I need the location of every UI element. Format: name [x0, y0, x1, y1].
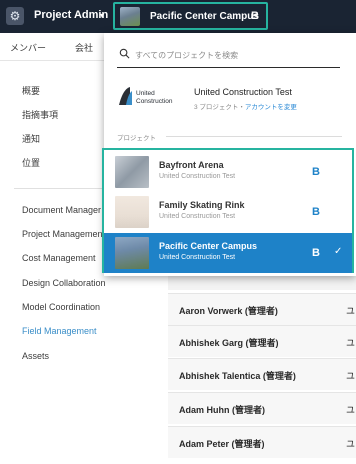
table-row[interactable]: Adam Huhn (管理者) ユ — [168, 392, 356, 424]
member-name: Adam Huhn (管理者) — [179, 405, 265, 415]
project-account: United Construction Test — [159, 213, 236, 220]
project-account: United Construction Test — [159, 173, 236, 180]
member-role: ユ — [346, 306, 356, 316]
member-name: Aaron Vorwerk (管理者) — [179, 306, 278, 316]
project-picker-dropdown: United Construction United Construction … — [102, 33, 356, 276]
search-box — [117, 42, 340, 68]
project-item-family-skating-rink[interactable]: Family Skating Rink United Construction … — [104, 192, 352, 232]
sidebar-item-document-management[interactable]: Document Manager — [22, 205, 101, 215]
project-badge: B — [312, 247, 320, 259]
project-name: Pacific Center Campus — [159, 241, 258, 251]
project-badge: B — [251, 10, 259, 22]
table-row[interactable]: Aaron Vorwerk (管理者) ユ — [168, 293, 356, 325]
project-list: Bayfront Arena United Construction Test … — [102, 148, 354, 273]
project-badge: B — [312, 166, 320, 178]
sidebar-item-assets[interactable]: Assets — [22, 351, 49, 361]
section-divider — [166, 136, 342, 137]
project-thumbnail — [115, 237, 149, 269]
table-row[interactable]: Abhishek Talentica (管理者) ユ — [168, 358, 356, 390]
projects-section-label: プロジェクト — [117, 135, 156, 142]
svg-text:Construction: Construction — [136, 98, 173, 105]
project-name: Family Skating Rink — [159, 200, 245, 210]
tab-companies[interactable]: 会社 — [75, 41, 93, 54]
project-item-pacific-center-campus[interactable]: Pacific Center Campus United Constructio… — [104, 233, 352, 273]
member-name: Abhishek Garg (管理者) — [179, 338, 279, 348]
account-row[interactable]: United Construction United Construction … — [117, 79, 347, 113]
search-input[interactable] — [135, 46, 335, 64]
top-bar: ⚙ Project Admin ▾ Pacific Center Campus … — [0, 0, 356, 33]
tab-members[interactable]: メンバー — [10, 41, 46, 54]
search-icon — [119, 48, 130, 59]
sidebar-item-model-coordination[interactable]: Model Coordination — [22, 302, 100, 312]
table-row[interactable]: Abhishek Garg (管理者) ユ — [168, 325, 356, 357]
member-name: Abhishek Talentica (管理者) — [179, 371, 296, 381]
member-role: ユ — [346, 405, 356, 415]
sidebar-item-locations[interactable]: 位置 — [22, 156, 40, 169]
sidebar-item-project-management[interactable]: Project Management — [22, 229, 105, 239]
project-item-bayfront-arena[interactable]: Bayfront Arena United Construction Test … — [104, 152, 352, 192]
project-switcher[interactable]: Pacific Center Campus B — [113, 2, 268, 30]
sidebar-item-overview[interactable]: 概要 — [22, 84, 40, 97]
gear-icon[interactable]: ⚙ — [6, 7, 24, 25]
project-thumbnail — [115, 196, 149, 228]
sidebar-item-notifications[interactable]: 通知 — [22, 132, 40, 145]
current-project-name: Pacific Center Campus — [150, 11, 259, 22]
project-count: 3 プロジェクト・ — [194, 104, 245, 111]
account-meta: 3 プロジェクト・アカウントを変更 — [194, 101, 297, 111]
member-role: ユ — [346, 439, 356, 449]
project-thumbnail — [120, 7, 140, 26]
account-name: United Construction Test — [194, 87, 292, 97]
sidebar-item-cost-management[interactable]: Cost Management — [22, 253, 96, 263]
project-badge: B — [312, 206, 320, 218]
svg-text:United: United — [136, 90, 155, 97]
chevron-down-icon[interactable]: ▾ — [100, 11, 104, 20]
sidebar-item-field-management[interactable]: Field Management — [22, 326, 97, 336]
member-name: Adam Peter (管理者) — [179, 439, 265, 449]
app-title[interactable]: Project Admin — [34, 9, 108, 21]
project-name: Bayfront Arena — [159, 160, 224, 170]
project-thumbnail — [115, 156, 149, 188]
checkmark-icon: ✓ — [334, 246, 343, 257]
project-account: United Construction Test — [159, 254, 236, 261]
sidebar-item-design-collaboration[interactable]: Design Collaboration — [22, 278, 106, 288]
change-account-link[interactable]: アカウントを変更 — [245, 104, 297, 111]
sidebar-item-issues[interactable]: 指摘事項 — [22, 108, 58, 121]
united-construction-logo: United Construction — [119, 87, 173, 105]
member-role: ユ — [346, 371, 356, 381]
member-role: ユ — [346, 338, 356, 348]
table-row[interactable]: Adam Peter (管理者) ユ — [168, 426, 356, 458]
